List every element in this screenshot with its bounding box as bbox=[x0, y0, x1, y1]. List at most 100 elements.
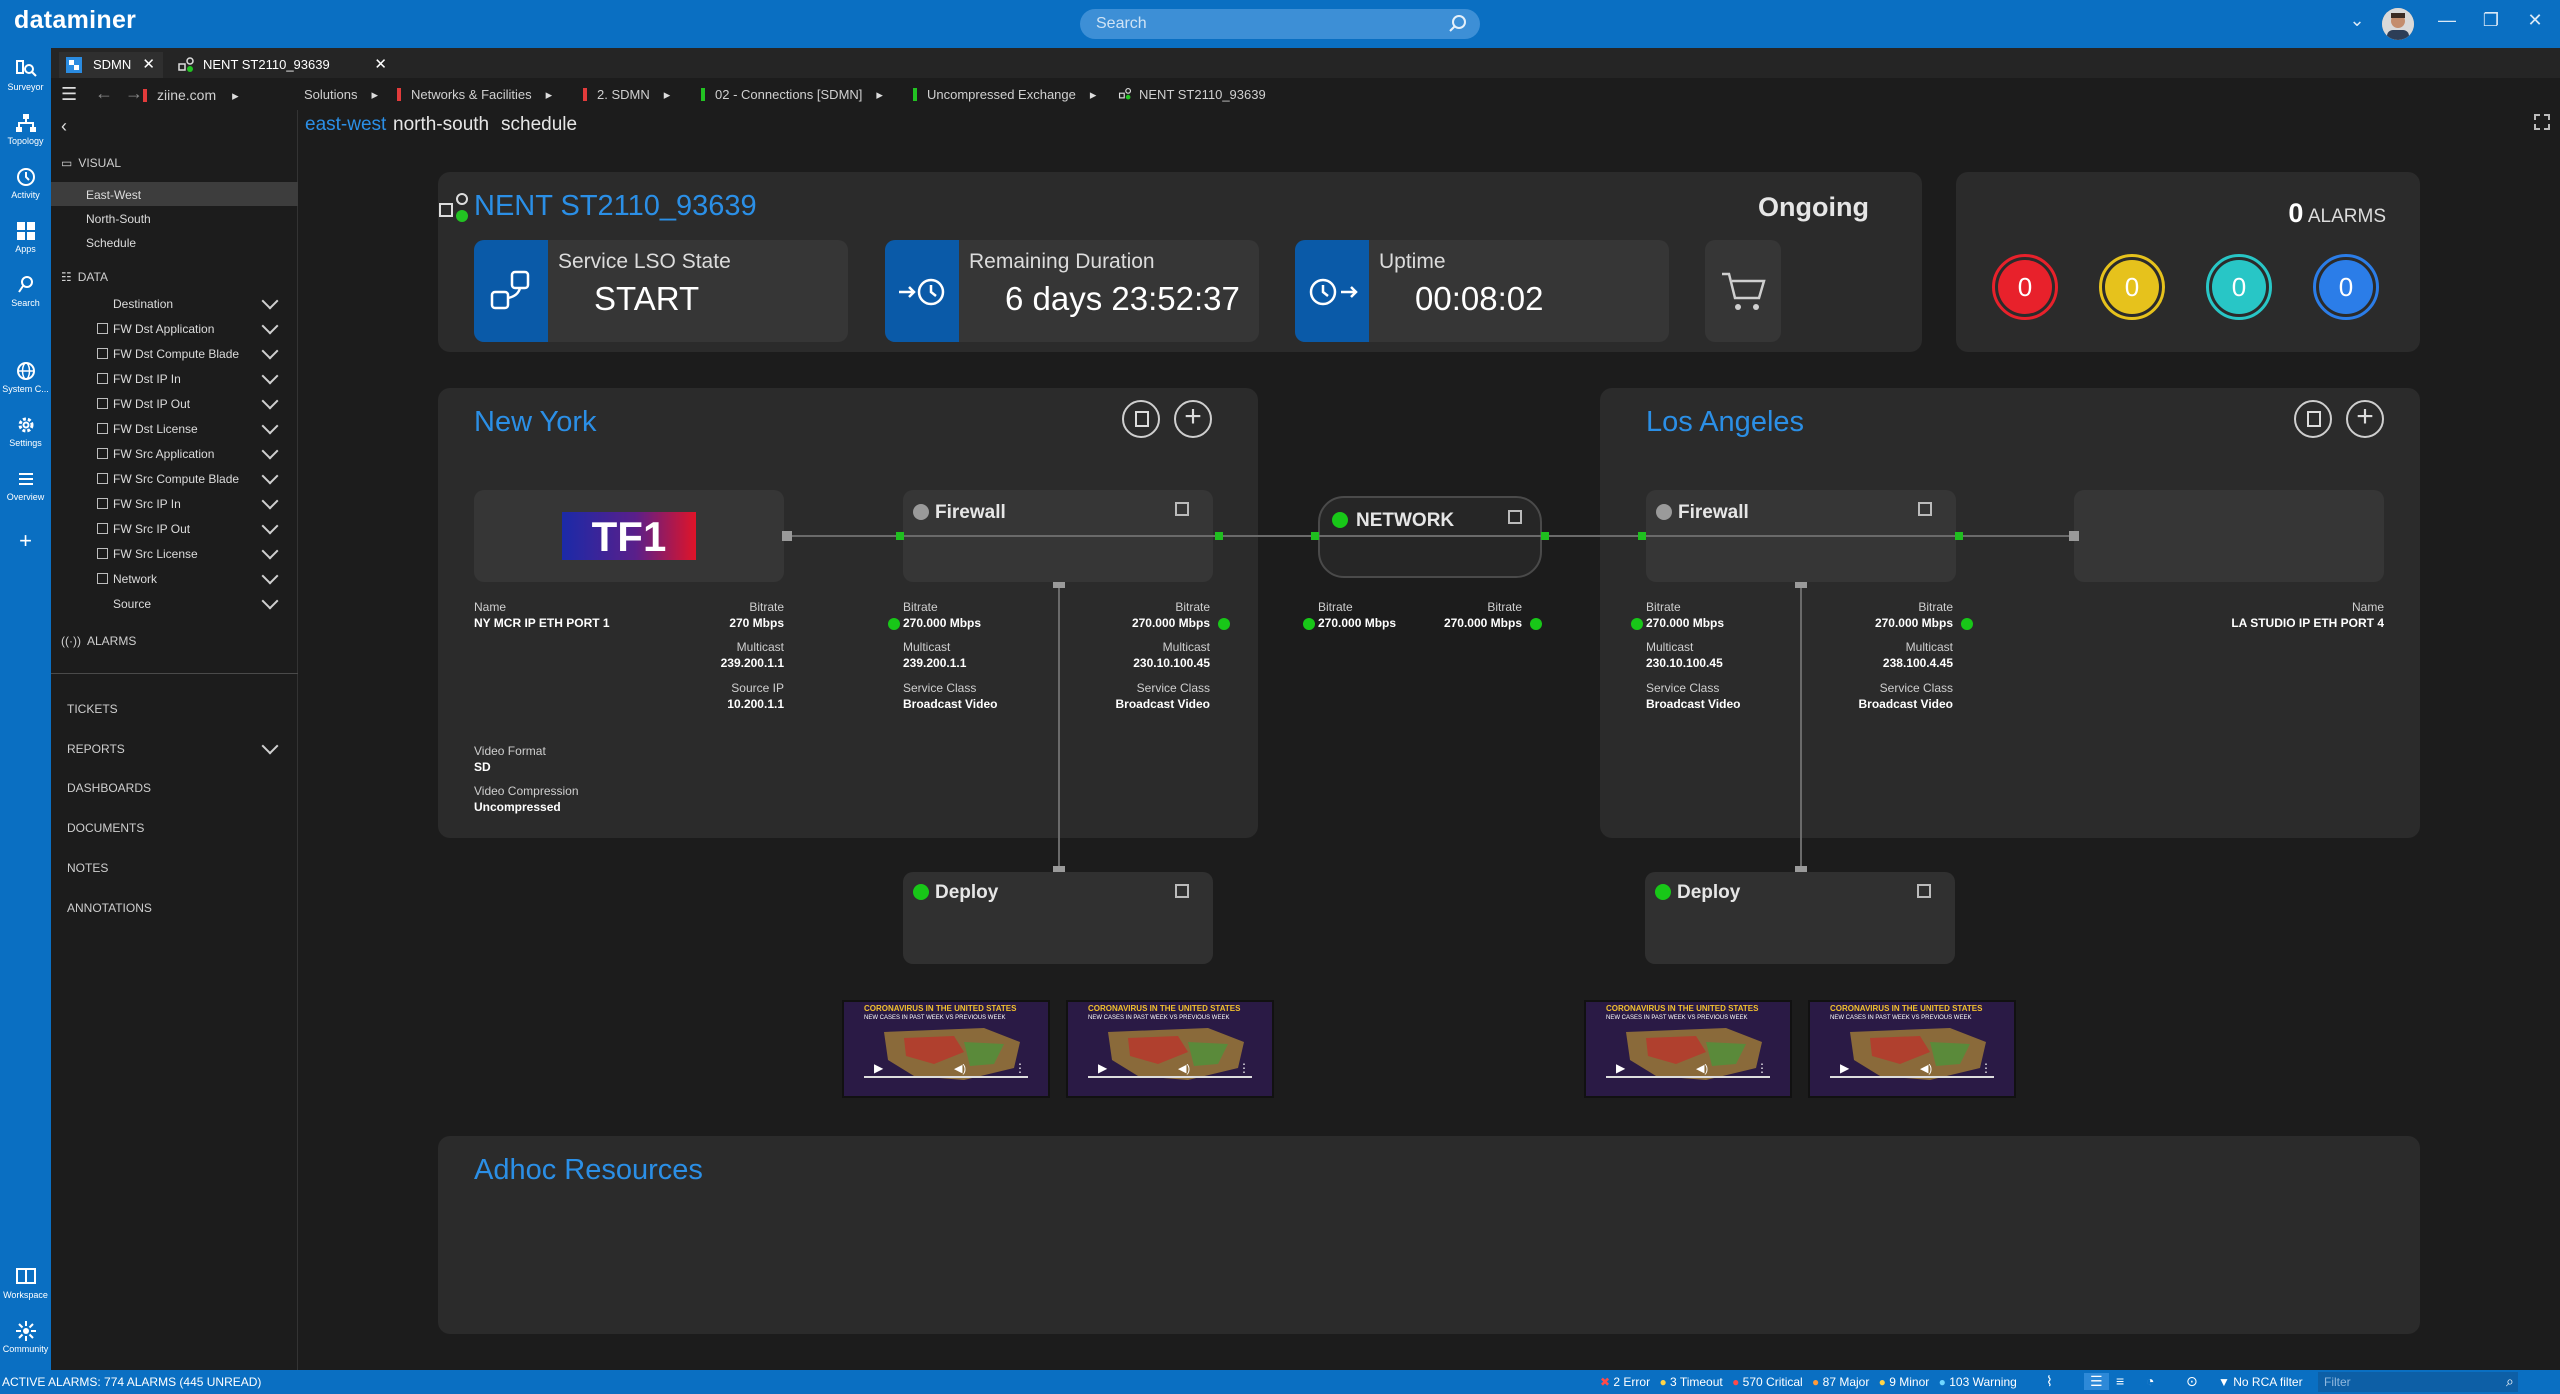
tab-north-south[interactable]: north-south bbox=[393, 114, 489, 136]
sidebar-annotations[interactable]: ANNOTATIONS bbox=[67, 901, 152, 915]
minor-count[interactable]: 9 Minor bbox=[1889, 1375, 1929, 1389]
fullscreen-icon[interactable] bbox=[2534, 114, 2550, 130]
sidebar-dashboards[interactable]: DASHBOARDS bbox=[67, 781, 151, 795]
close-icon[interactable]: ✕ bbox=[142, 55, 155, 73]
crumb-item[interactable]: ziine.com ▸ bbox=[143, 87, 239, 104]
add-button[interactable]: + bbox=[2346, 400, 2384, 438]
data-item[interactable]: FW Dst License bbox=[51, 417, 298, 439]
data-item[interactable]: FW Dst Application bbox=[51, 317, 298, 339]
data-item[interactable]: Destination bbox=[51, 292, 298, 314]
video-thumbnail[interactable]: CORONAVIRUS IN THE UNITED STATES NEW CASE… bbox=[1584, 1000, 1792, 1098]
rail-settings[interactable]: Settings bbox=[0, 414, 51, 448]
chevron-down-icon[interactable] bbox=[261, 442, 279, 460]
chevron-down-icon[interactable] bbox=[261, 737, 279, 755]
data-item[interactable]: FW Dst Compute Blade bbox=[51, 342, 298, 364]
collapse-icon[interactable]: ‹ bbox=[61, 116, 67, 137]
chevron-down-icon[interactable] bbox=[261, 392, 279, 410]
rail-system-center[interactable]: System C... bbox=[0, 360, 51, 394]
sidebar-section-visual[interactable]: ▭ VISUAL bbox=[61, 156, 121, 170]
data-item[interactable]: FW Dst IP Out bbox=[51, 392, 298, 414]
data-item[interactable]: FW Src IP Out bbox=[51, 517, 298, 539]
chevron-down-icon[interactable] bbox=[261, 517, 279, 535]
rail-search[interactable]: Search bbox=[0, 274, 51, 308]
search-icon[interactable] bbox=[1446, 12, 1470, 36]
add-icon[interactable]: + bbox=[0, 528, 51, 554]
rail-workspace[interactable]: Workspace bbox=[0, 1266, 51, 1300]
open-external-icon[interactable] bbox=[1175, 502, 1189, 516]
filter-input[interactable]: Filter bbox=[2318, 1372, 2518, 1392]
chevron-down-icon[interactable] bbox=[261, 292, 279, 310]
crumb-item[interactable]: Solutions ▸ bbox=[304, 87, 378, 103]
chevron-down-icon[interactable] bbox=[261, 317, 279, 335]
crumb-item[interactable]: Networks & Facilities ▸ bbox=[397, 87, 552, 103]
open-external-icon[interactable] bbox=[1175, 884, 1189, 898]
sidebar-section-data[interactable]: ☷ DATA bbox=[61, 270, 108, 284]
alarm-critical[interactable]: 0 bbox=[1992, 254, 2058, 320]
crumb-item[interactable]: NENT ST2110_93639 bbox=[1117, 87, 1266, 102]
search-icon[interactable]: ⌕ bbox=[2506, 1373, 2514, 1390]
tab-east-west[interactable]: east-west bbox=[305, 114, 386, 136]
rail-community[interactable]: Community bbox=[0, 1320, 51, 1354]
major-count[interactable]: 87 Major bbox=[1823, 1375, 1870, 1389]
chart-icon[interactable]: ⌇ bbox=[2046, 1373, 2053, 1390]
video-thumbnail[interactable]: CORONAVIRUS IN THE UNITED STATES NEW CASE… bbox=[1066, 1000, 1274, 1098]
columns-button[interactable] bbox=[2294, 400, 2332, 438]
rail-apps[interactable]: Apps bbox=[0, 220, 51, 254]
crumb-item[interactable]: Uncompressed Exchange ▸ bbox=[913, 87, 1096, 103]
sidebar-item-schedule[interactable]: Schedule bbox=[86, 236, 136, 250]
sidebar-documents[interactable]: DOCUMENTS bbox=[67, 821, 144, 835]
data-item[interactable]: Source bbox=[51, 592, 298, 614]
rca-filter[interactable]: ▼ No RCA filter bbox=[2218, 1375, 2303, 1389]
rail-overview[interactable]: Overview bbox=[0, 468, 51, 502]
checkbox[interactable] bbox=[97, 498, 108, 509]
alarm-major[interactable]: 0 bbox=[2099, 254, 2165, 320]
critical-count[interactable]: 570 Critical bbox=[1743, 1375, 1803, 1389]
data-item[interactable]: FW Src Compute Blade bbox=[51, 467, 298, 489]
data-item[interactable]: FW Dst IP In bbox=[51, 367, 298, 389]
rail-surveyor[interactable]: Surveyor bbox=[0, 58, 51, 92]
search-input[interactable]: Search bbox=[1080, 9, 1480, 39]
checkbox[interactable] bbox=[97, 323, 108, 334]
checkbox[interactable] bbox=[97, 348, 108, 359]
chevron-down-icon[interactable] bbox=[261, 492, 279, 510]
sidebar-item-east-west[interactable]: East-West bbox=[51, 182, 298, 206]
tab-sdmn[interactable]: SDMN ✕ bbox=[59, 52, 163, 78]
dropdown-icon[interactable]: ⌄ bbox=[2342, 10, 2372, 31]
error-count[interactable]: 2 Error bbox=[1613, 1375, 1650, 1389]
chevron-down-icon[interactable] bbox=[261, 342, 279, 360]
destination-node[interactable] bbox=[2074, 490, 2384, 582]
sidebar-tickets[interactable]: TICKETS bbox=[67, 702, 118, 716]
sidebar-item-north-south[interactable]: North-South bbox=[86, 212, 151, 226]
deploy-node[interactable]: Deploy bbox=[903, 872, 1213, 964]
source-node[interactable]: TF1 bbox=[474, 490, 784, 582]
network-icon[interactable] bbox=[97, 573, 108, 584]
checkbox[interactable] bbox=[97, 523, 108, 534]
sidebar-notes[interactable]: NOTES bbox=[67, 861, 108, 875]
avatar[interactable] bbox=[2382, 8, 2414, 40]
checkbox[interactable] bbox=[97, 398, 108, 409]
crumb-item[interactable]: 02 - Connections [SDMN] ▸ bbox=[701, 87, 883, 103]
checkbox[interactable] bbox=[97, 548, 108, 559]
warning-count[interactable]: 103 Warning bbox=[1949, 1375, 2017, 1389]
sidebar-section-alarms[interactable]: ((·)) ALARMS bbox=[61, 634, 136, 648]
sort-icon[interactable]: ≡ bbox=[2116, 1373, 2124, 1389]
video-thumbnail[interactable]: CORONAVIRUS IN THE UNITED STATES NEW CASE… bbox=[1808, 1000, 2016, 1098]
open-external-icon[interactable] bbox=[1918, 502, 1932, 516]
chevron-down-icon[interactable] bbox=[261, 467, 279, 485]
columns-button[interactable] bbox=[1122, 400, 1160, 438]
data-item[interactable]: FW Src IP In bbox=[51, 492, 298, 514]
chevron-down-icon[interactable] bbox=[261, 542, 279, 560]
active-alarms-text[interactable]: ACTIVE ALARMS: 774 ALARMS (445 UNREAD) bbox=[2, 1375, 261, 1389]
checkbox[interactable] bbox=[97, 448, 108, 459]
sidebar-reports[interactable]: REPORTS bbox=[67, 742, 125, 756]
deploy-node[interactable]: Deploy bbox=[1645, 872, 1955, 964]
chevron-down-icon[interactable] bbox=[261, 417, 279, 435]
video-thumbnail[interactable]: CORONAVIRUS IN THE UNITED STATES NEW CASE… bbox=[842, 1000, 1050, 1098]
close-icon[interactable]: ✕ bbox=[2520, 10, 2550, 31]
chevron-down-icon[interactable] bbox=[261, 567, 279, 585]
data-item[interactable]: FW Src License bbox=[51, 542, 298, 564]
add-button[interactable]: + bbox=[1174, 400, 1212, 438]
rail-activity[interactable]: Activity bbox=[0, 166, 51, 200]
crumb-item[interactable]: 2. SDMN ▸ bbox=[583, 87, 670, 103]
chevron-down-icon[interactable] bbox=[261, 367, 279, 385]
